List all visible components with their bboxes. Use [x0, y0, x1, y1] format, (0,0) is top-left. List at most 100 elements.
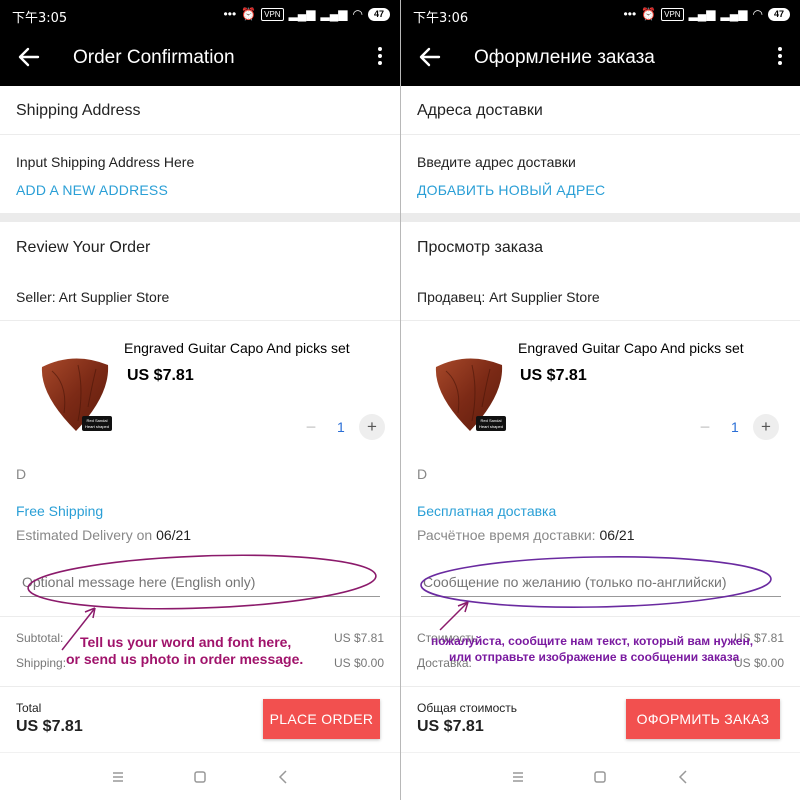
system-nav-bar [0, 752, 400, 800]
annotation-line-2: или отправьте изображение в сообщении за… [449, 650, 740, 664]
subtotal-label: Subtotal: [16, 631, 64, 645]
signal-icon: ▂▄▆ [688, 7, 716, 21]
app-bar: Order Confirmation [0, 30, 400, 86]
system-nav-bar [401, 752, 800, 800]
total-label: Общая стоимость [417, 701, 517, 715]
shipping-address-prompt: Введите адрес доставки [417, 154, 576, 170]
quantity-decrease-button[interactable]: − [300, 416, 322, 438]
product-variant: D [16, 466, 27, 482]
vpn-badge: VPN [661, 7, 684, 21]
status-icons: ••• ⏰ VPN ▂▄▆ ▂▄▆ ◠ 47 [624, 7, 790, 21]
guitar-pick-image: Red Sandal Heart shaped [41, 358, 112, 431]
product-name: Engraved Guitar Capo And picks set [124, 340, 350, 356]
estimated-delivery-label: Расчётное время доставки: [417, 527, 596, 543]
divider [0, 616, 400, 617]
overflow-menu-icon[interactable] [776, 47, 784, 69]
estimated-delivery-label: Estimated Delivery on [16, 527, 153, 543]
order-confirmation-panel-russian: 下午3:06 ••• ⏰ VPN ▂▄▆ ▂▄▆ ◠ 47 Оформление… [401, 0, 800, 800]
add-new-address-link[interactable]: ДОБАВИТЬ НОВЫЙ АДРЕС [417, 182, 605, 198]
divider [401, 616, 800, 617]
comparison-screenshot: 下午3:05 ••• ⏰ VPN ▂▄▆ ▂▄▆ ◠ 47 Order Conf… [0, 0, 800, 800]
back-nav-icon[interactable] [674, 767, 694, 787]
wifi-icon: ◠ [352, 7, 363, 21]
signal-icon: ▂▄▆ [288, 7, 316, 21]
quantity-value: 1 [731, 419, 739, 435]
more-dots-icon: ••• [623, 7, 637, 21]
estimated-delivery-date: 06/21 [156, 527, 192, 543]
product-variant: D [417, 466, 428, 482]
status-bar: 下午3:06 ••• ⏰ VPN ▂▄▆ ▂▄▆ ◠ 47 [401, 0, 800, 30]
shipping-label: Shipping: [16, 656, 67, 670]
alarm-icon: ⏰ [641, 7, 657, 21]
place-order-button[interactable]: PLACE ORDER [263, 699, 380, 739]
tag-line-1: Red Sandal [481, 418, 502, 423]
divider [401, 134, 800, 135]
tag-line-2: Heart shaped [479, 424, 503, 429]
back-arrow-icon[interactable] [16, 44, 42, 70]
tag-line-2: Heart shaped [85, 424, 109, 429]
more-dots-icon: ••• [223, 7, 237, 21]
shipping-value: US $0.00 [333, 656, 384, 670]
alarm-icon: ⏰ [241, 7, 257, 21]
seller-name: Seller: Art Supplier Store [16, 289, 170, 305]
shipping-address-heading: Адреса доставки [417, 102, 543, 119]
app-bar: Оформление заказа [401, 30, 800, 86]
quantity-decrease-button[interactable]: − [694, 416, 716, 438]
order-message-input[interactable] [20, 567, 380, 597]
vpn-badge: VPN [261, 7, 284, 21]
estimated-delivery: Estimated Delivery on 06/21 [16, 527, 191, 543]
subtotal-value: US $7.81 [333, 631, 384, 645]
home-icon[interactable] [590, 767, 610, 787]
order-confirmation-panel-english: 下午3:05 ••• ⏰ VPN ▂▄▆ ▂▄▆ ◠ 47 Order Conf… [0, 0, 400, 800]
product-name: Engraved Guitar Capo And picks set [518, 340, 744, 356]
quantity-increase-button[interactable]: + [359, 414, 385, 440]
overflow-menu-icon[interactable] [376, 47, 384, 69]
checkout-bar: Общая стоимость US $7.81 ОФОРМИТЬ ЗАКАЗ [401, 686, 800, 752]
signal-icon-2: ▂▄▆ [720, 7, 748, 21]
shipping-method-link[interactable]: Бесплатная доставка [417, 503, 556, 519]
divider [0, 320, 400, 321]
page-title: Оформление заказа [474, 47, 655, 68]
menu-icon[interactable] [508, 767, 528, 787]
annotation-line-2: or send us photo in order message. [66, 651, 304, 667]
status-icons: ••• ⏰ VPN ▂▄▆ ▂▄▆ ◠ 47 [224, 7, 390, 21]
section-gap [401, 213, 800, 222]
menu-icon[interactable] [108, 767, 128, 787]
place-order-button[interactable]: ОФОРМИТЬ ЗАКАЗ [626, 699, 780, 739]
home-icon[interactable] [190, 767, 210, 787]
total-value: US $7.81 [417, 718, 484, 735]
divider [401, 320, 800, 321]
total-label: Total [16, 701, 42, 715]
divider [0, 134, 400, 135]
status-time: 下午3:05 [12, 11, 68, 26]
shipping-value: US $0.00 [733, 656, 784, 670]
tag-line-1: Red Sandal [87, 418, 108, 423]
total-value: US $7.81 [16, 718, 83, 735]
review-order-heading: Просмотр заказа [417, 239, 544, 256]
annotation-line-1: Tell us your word and font here, [80, 634, 292, 650]
product-price: US $7.81 [520, 367, 587, 384]
order-message-input[interactable] [421, 567, 781, 597]
status-bar: 下午3:05 ••• ⏰ VPN ▂▄▆ ▂▄▆ ◠ 47 [0, 0, 400, 30]
checkout-bar: Total US $7.81 PLACE ORDER [0, 686, 400, 752]
section-gap [0, 213, 400, 222]
battery-icon: 47 [367, 7, 390, 21]
guitar-pick-image: Red Sandal Heart shaped [435, 358, 506, 431]
wifi-icon: ◠ [752, 7, 763, 21]
estimated-delivery-date: 06/21 [599, 527, 635, 543]
annotation-line-1: пожалуйста, сообщите нам текст, который … [431, 634, 754, 648]
quantity-value: 1 [337, 419, 345, 435]
battery-icon: 47 [767, 7, 790, 21]
estimated-delivery: Расчётное время доставки: 06/21 [417, 527, 635, 543]
shipping-method-link[interactable]: Free Shipping [16, 503, 103, 519]
signal-icon-2: ▂▄▆ [320, 7, 348, 21]
page-title: Order Confirmation [73, 47, 235, 68]
add-new-address-link[interactable]: ADD A NEW ADDRESS [16, 182, 168, 198]
back-arrow-icon[interactable] [417, 44, 443, 70]
product-price: US $7.81 [127, 367, 194, 384]
back-nav-icon[interactable] [274, 767, 294, 787]
shipping-address-prompt: Input Shipping Address Here [16, 154, 195, 170]
quantity-increase-button[interactable]: + [753, 414, 779, 440]
review-order-heading: Review Your Order [16, 239, 151, 256]
seller-name: Продавец: Art Supplier Store [417, 289, 600, 305]
